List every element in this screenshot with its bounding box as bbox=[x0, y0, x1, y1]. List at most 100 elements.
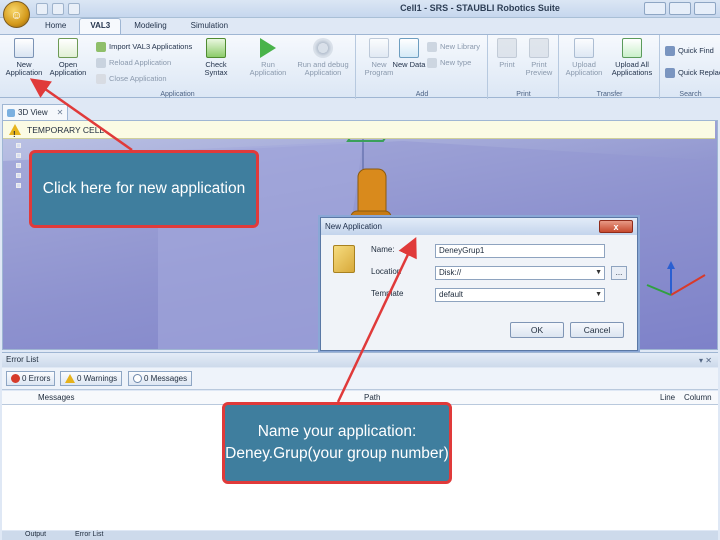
upload-all-button[interactable]: Upload All Applications bbox=[608, 38, 656, 77]
callout-name-text: Name your application: Deney.Grup(your g… bbox=[225, 423, 449, 462]
tab-output[interactable]: Output bbox=[22, 531, 49, 538]
callout-new-text: Click here for new application bbox=[42, 180, 246, 197]
tab-modeling[interactable]: Modeling bbox=[123, 18, 177, 34]
errors-count: 0 Errors bbox=[22, 374, 51, 383]
run-application-button[interactable]: Run Application bbox=[246, 38, 290, 77]
temporary-cell-warning: TEMPORARY CELL bbox=[3, 121, 715, 144]
pin-icon[interactable]: ▾ ✕ bbox=[699, 354, 712, 368]
tab-error-list[interactable]: Error List bbox=[72, 531, 106, 538]
printer-icon bbox=[497, 38, 517, 58]
bottom-tabs: Output Error List bbox=[2, 531, 718, 540]
info-icon bbox=[133, 374, 142, 383]
cancel-button[interactable]: Cancel bbox=[570, 322, 624, 338]
minimize-button[interactable] bbox=[644, 2, 666, 15]
run-debug-label: Run and debug Application bbox=[297, 60, 349, 77]
reload-application-button[interactable]: Reload Application bbox=[96, 57, 172, 69]
upload-application-button[interactable]: Upload Application bbox=[562, 38, 606, 77]
new-application-dialog: New Application x Name: DeneyGrup1 Locat… bbox=[320, 217, 638, 351]
new-library-label: New Library bbox=[440, 42, 481, 51]
close-window-button[interactable] bbox=[694, 2, 716, 15]
replace-icon bbox=[665, 68, 675, 79]
open-application-button[interactable]: Open Application bbox=[46, 38, 90, 77]
tree-node[interactable] bbox=[16, 153, 21, 158]
close-app-icon bbox=[96, 74, 106, 85]
new-application-button[interactable]: New Application bbox=[2, 38, 46, 77]
run-debug-button[interactable]: Run and debug Application bbox=[294, 38, 352, 77]
quick-replace-button[interactable]: Quick Replace bbox=[665, 67, 720, 79]
print-group: Print Print Preview Print bbox=[489, 35, 559, 99]
transfer-group-label: Transfer bbox=[596, 91, 623, 98]
maximize-button[interactable] bbox=[669, 2, 691, 15]
add-group-label: Add bbox=[415, 91, 429, 98]
reload-icon bbox=[96, 58, 106, 69]
tree-node[interactable] bbox=[16, 163, 21, 168]
library-icon bbox=[427, 42, 437, 53]
open-application-icon bbox=[58, 38, 78, 58]
column-column[interactable]: Column bbox=[684, 391, 712, 404]
template-select[interactable]: default ▼ bbox=[435, 288, 605, 302]
run-application-label: Run Application bbox=[249, 60, 287, 77]
name-input[interactable]: DeneyGrup1 bbox=[435, 244, 605, 258]
print-group-label: Print bbox=[516, 91, 531, 98]
column-messages[interactable]: Messages bbox=[38, 391, 74, 404]
ribbon-tabs: Home VAL3 Modeling Simulation bbox=[34, 18, 239, 34]
quick-replace-label: Quick Replace bbox=[678, 68, 720, 77]
messages-count: 0 Messages bbox=[144, 374, 188, 383]
upload-icon bbox=[574, 38, 594, 58]
import-val3-button[interactable]: Import VAL3 Applications bbox=[96, 41, 192, 53]
errors-filter-button[interactable]: 0 Errors bbox=[6, 371, 56, 386]
transfer-group: Upload Application Upload All Applicatio… bbox=[560, 35, 660, 99]
new-data-icon bbox=[399, 38, 419, 58]
run-icon bbox=[260, 38, 276, 58]
warning-icon bbox=[65, 374, 75, 383]
column-line[interactable]: Line bbox=[660, 391, 675, 404]
add-group: New Program New Data New Library New typ… bbox=[357, 35, 488, 99]
application-group: New Application Open Application Import … bbox=[0, 35, 356, 99]
callout-name-application: Name your application: Deney.Grup(your g… bbox=[222, 402, 452, 484]
3d-view-label: 3D View bbox=[18, 108, 48, 117]
new-data-button[interactable]: New Data bbox=[389, 38, 429, 69]
debug-gear-icon bbox=[313, 38, 333, 58]
binoculars-icon bbox=[665, 46, 675, 57]
dialog-close-button[interactable]: x bbox=[599, 220, 633, 233]
reload-label: Reload Application bbox=[109, 58, 172, 67]
tab-simulation[interactable]: Simulation bbox=[180, 18, 239, 34]
type-icon bbox=[427, 58, 437, 69]
quick-find-button[interactable]: Quick Find bbox=[665, 45, 714, 57]
tree-node[interactable] bbox=[16, 143, 21, 148]
location-label: Location bbox=[371, 267, 402, 276]
new-type-button[interactable]: New type bbox=[427, 57, 471, 69]
search-group: Quick Find Quick Replace Search bbox=[661, 35, 720, 99]
print-preview-button[interactable]: Print Preview bbox=[517, 38, 561, 77]
close-application-button[interactable]: Close Application bbox=[96, 73, 167, 85]
window-controls bbox=[644, 2, 716, 15]
new-library-button[interactable]: New Library bbox=[427, 41, 481, 53]
browse-button[interactable]: ... bbox=[611, 266, 627, 280]
tab-val3[interactable]: VAL3 bbox=[79, 18, 122, 34]
tab-3d-view[interactable]: 3D View ✕ bbox=[2, 104, 69, 120]
check-syntax-button[interactable]: Check Syntax bbox=[194, 38, 238, 77]
dialog-title: New Application bbox=[321, 218, 637, 235]
check-syntax-label: Check Syntax bbox=[204, 60, 228, 77]
tree-node[interactable] bbox=[16, 183, 21, 188]
warning-text: TEMPORARY CELL bbox=[27, 125, 105, 135]
upload-label: Upload Application bbox=[565, 60, 603, 77]
ok-button[interactable]: OK bbox=[510, 322, 564, 338]
new-program-icon bbox=[369, 38, 389, 58]
warnings-count: 0 Warnings bbox=[77, 374, 118, 383]
name-value: DeneyGrup1 bbox=[439, 246, 485, 255]
warning-icon bbox=[9, 124, 21, 144]
new-application-label: New Application bbox=[5, 60, 43, 77]
location-select[interactable]: Disk:// ▼ bbox=[435, 266, 605, 280]
close-icon[interactable]: ✕ bbox=[57, 105, 64, 120]
import-icon bbox=[96, 42, 106, 53]
close-app-label: Close Application bbox=[109, 74, 167, 83]
application-group-label: Application bbox=[160, 91, 195, 98]
application-menu-button[interactable]: ☺ bbox=[3, 1, 30, 28]
tab-home[interactable]: Home bbox=[34, 18, 77, 34]
print-preview-icon bbox=[529, 38, 549, 58]
messages-filter-button[interactable]: 0 Messages bbox=[128, 371, 193, 386]
warnings-filter-button[interactable]: 0 Warnings bbox=[60, 371, 123, 386]
tree-node[interactable] bbox=[16, 173, 21, 178]
cell-tree bbox=[16, 143, 28, 193]
